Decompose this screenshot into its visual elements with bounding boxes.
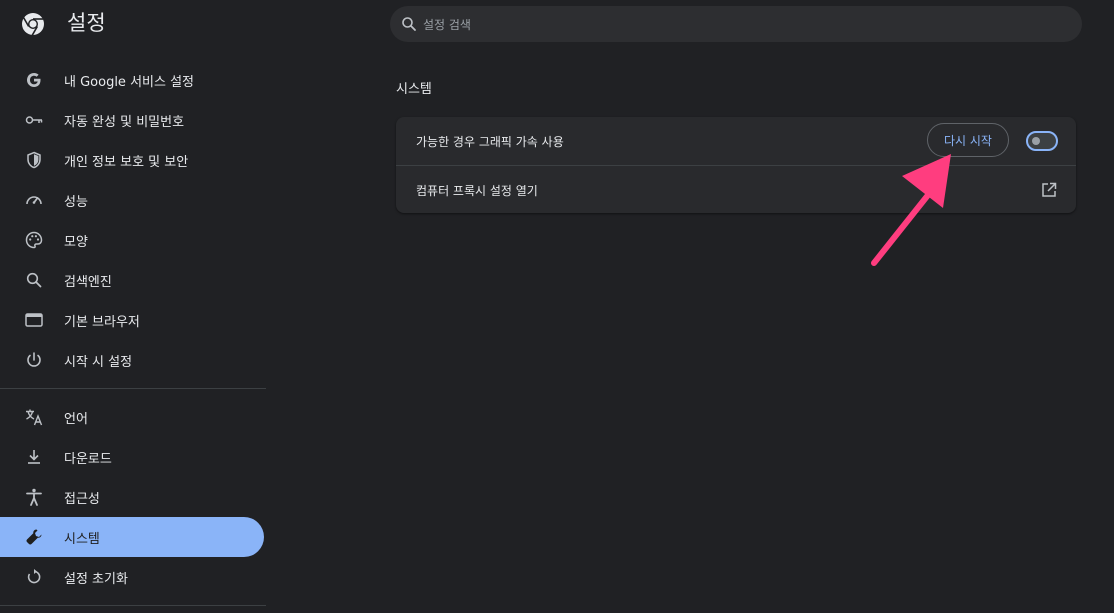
hardware-acceleration-toggle[interactable] xyxy=(1026,131,1058,151)
search-box[interactable]: 설정 검색 xyxy=(390,6,1082,42)
sidebar-item-downloads[interactable]: 다운로드 xyxy=(0,437,264,477)
sidebar-item-languages[interactable]: 언어 xyxy=(0,397,264,437)
reset-icon xyxy=(24,567,44,587)
sidebar-item-reset-settings[interactable]: 설정 초기화 xyxy=(0,557,264,597)
hardware-acceleration-row: 가능한 경우 그래픽 가속 사용 다시 시작 xyxy=(396,117,1076,165)
sidebar-item-label: 내 Google 서비스 설정 xyxy=(64,74,194,90)
sidebar-item-search-engine[interactable]: 검색엔진 xyxy=(0,260,264,300)
sidebar-item-google-services[interactable]: 내 Google 서비스 설정 xyxy=(0,60,264,100)
external-link-icon[interactable] xyxy=(1040,181,1058,199)
search-input[interactable]: 설정 검색 xyxy=(423,16,471,33)
sidebar-item-label: 접근성 xyxy=(64,491,100,507)
section-title: 시스템 xyxy=(396,82,432,97)
sidebar-item-on-startup[interactable]: 시작 시 설정 xyxy=(0,340,264,380)
chrome-logo-icon xyxy=(21,12,45,36)
settings-app: 설정 설정 검색 내 Google 서비스 설정 자동 완성 및 비밀번호 개인… xyxy=(0,0,1114,613)
sidebar-divider xyxy=(0,388,266,389)
search-icon xyxy=(24,270,44,290)
sidebar-item-autofill[interactable]: 자동 완성 및 비밀번호 xyxy=(0,100,264,140)
toggle-knob xyxy=(1032,137,1040,145)
search-icon xyxy=(401,16,417,32)
sidebar-item-privacy[interactable]: 개인 정보 보호 및 보안 xyxy=(0,140,264,180)
translate-icon xyxy=(24,407,44,427)
wrench-icon xyxy=(24,527,44,547)
proxy-settings-label: 컴퓨터 프록시 설정 열기 xyxy=(416,183,538,198)
sidebar-item-label: 다운로드 xyxy=(64,451,112,467)
sidebar-item-label: 모양 xyxy=(64,234,88,250)
palette-icon xyxy=(24,230,44,250)
power-icon xyxy=(24,350,44,370)
speedometer-icon xyxy=(24,190,44,210)
sidebar-item-label: 개인 정보 보호 및 보안 xyxy=(64,154,189,170)
sidebar-item-accessibility[interactable]: 접근성 xyxy=(0,477,264,517)
sidebar-item-label: 검색엔진 xyxy=(64,274,112,290)
sidebar-item-label: 설정 초기화 xyxy=(64,571,128,587)
sidebar-item-label: 기본 브라우저 xyxy=(64,314,140,330)
sidebar-item-label: 언어 xyxy=(64,411,88,427)
sidebar-item-system[interactable]: 시스템 xyxy=(0,517,264,557)
sidebar-item-label: 성능 xyxy=(64,194,88,210)
proxy-settings-row[interactable]: 컴퓨터 프록시 설정 열기 xyxy=(396,166,1076,214)
sidebar-item-label: 자동 완성 및 비밀번호 xyxy=(64,114,185,130)
page-title: 설정 xyxy=(67,11,106,35)
browser-window-icon xyxy=(24,310,44,330)
sidebar-item-label: 시스템 xyxy=(64,531,100,547)
restart-button[interactable]: 다시 시작 xyxy=(927,123,1009,157)
shield-icon xyxy=(24,150,44,170)
google-icon xyxy=(24,70,44,90)
accessibility-icon xyxy=(24,487,44,507)
sidebar-divider xyxy=(0,605,266,606)
download-icon xyxy=(24,447,44,467)
system-settings-card: 가능한 경우 그래픽 가속 사용 다시 시작 컴퓨터 프록시 설정 열기 xyxy=(396,117,1076,213)
sidebar-item-default-browser[interactable]: 기본 브라우저 xyxy=(0,300,264,340)
sidebar-item-performance[interactable]: 성능 xyxy=(0,180,264,220)
sidebar-item-appearance[interactable]: 모양 xyxy=(0,220,264,260)
key-icon xyxy=(24,110,44,130)
hardware-acceleration-label: 가능한 경우 그래픽 가속 사용 xyxy=(416,134,564,149)
sidebar-item-label: 시작 시 설정 xyxy=(64,354,133,370)
